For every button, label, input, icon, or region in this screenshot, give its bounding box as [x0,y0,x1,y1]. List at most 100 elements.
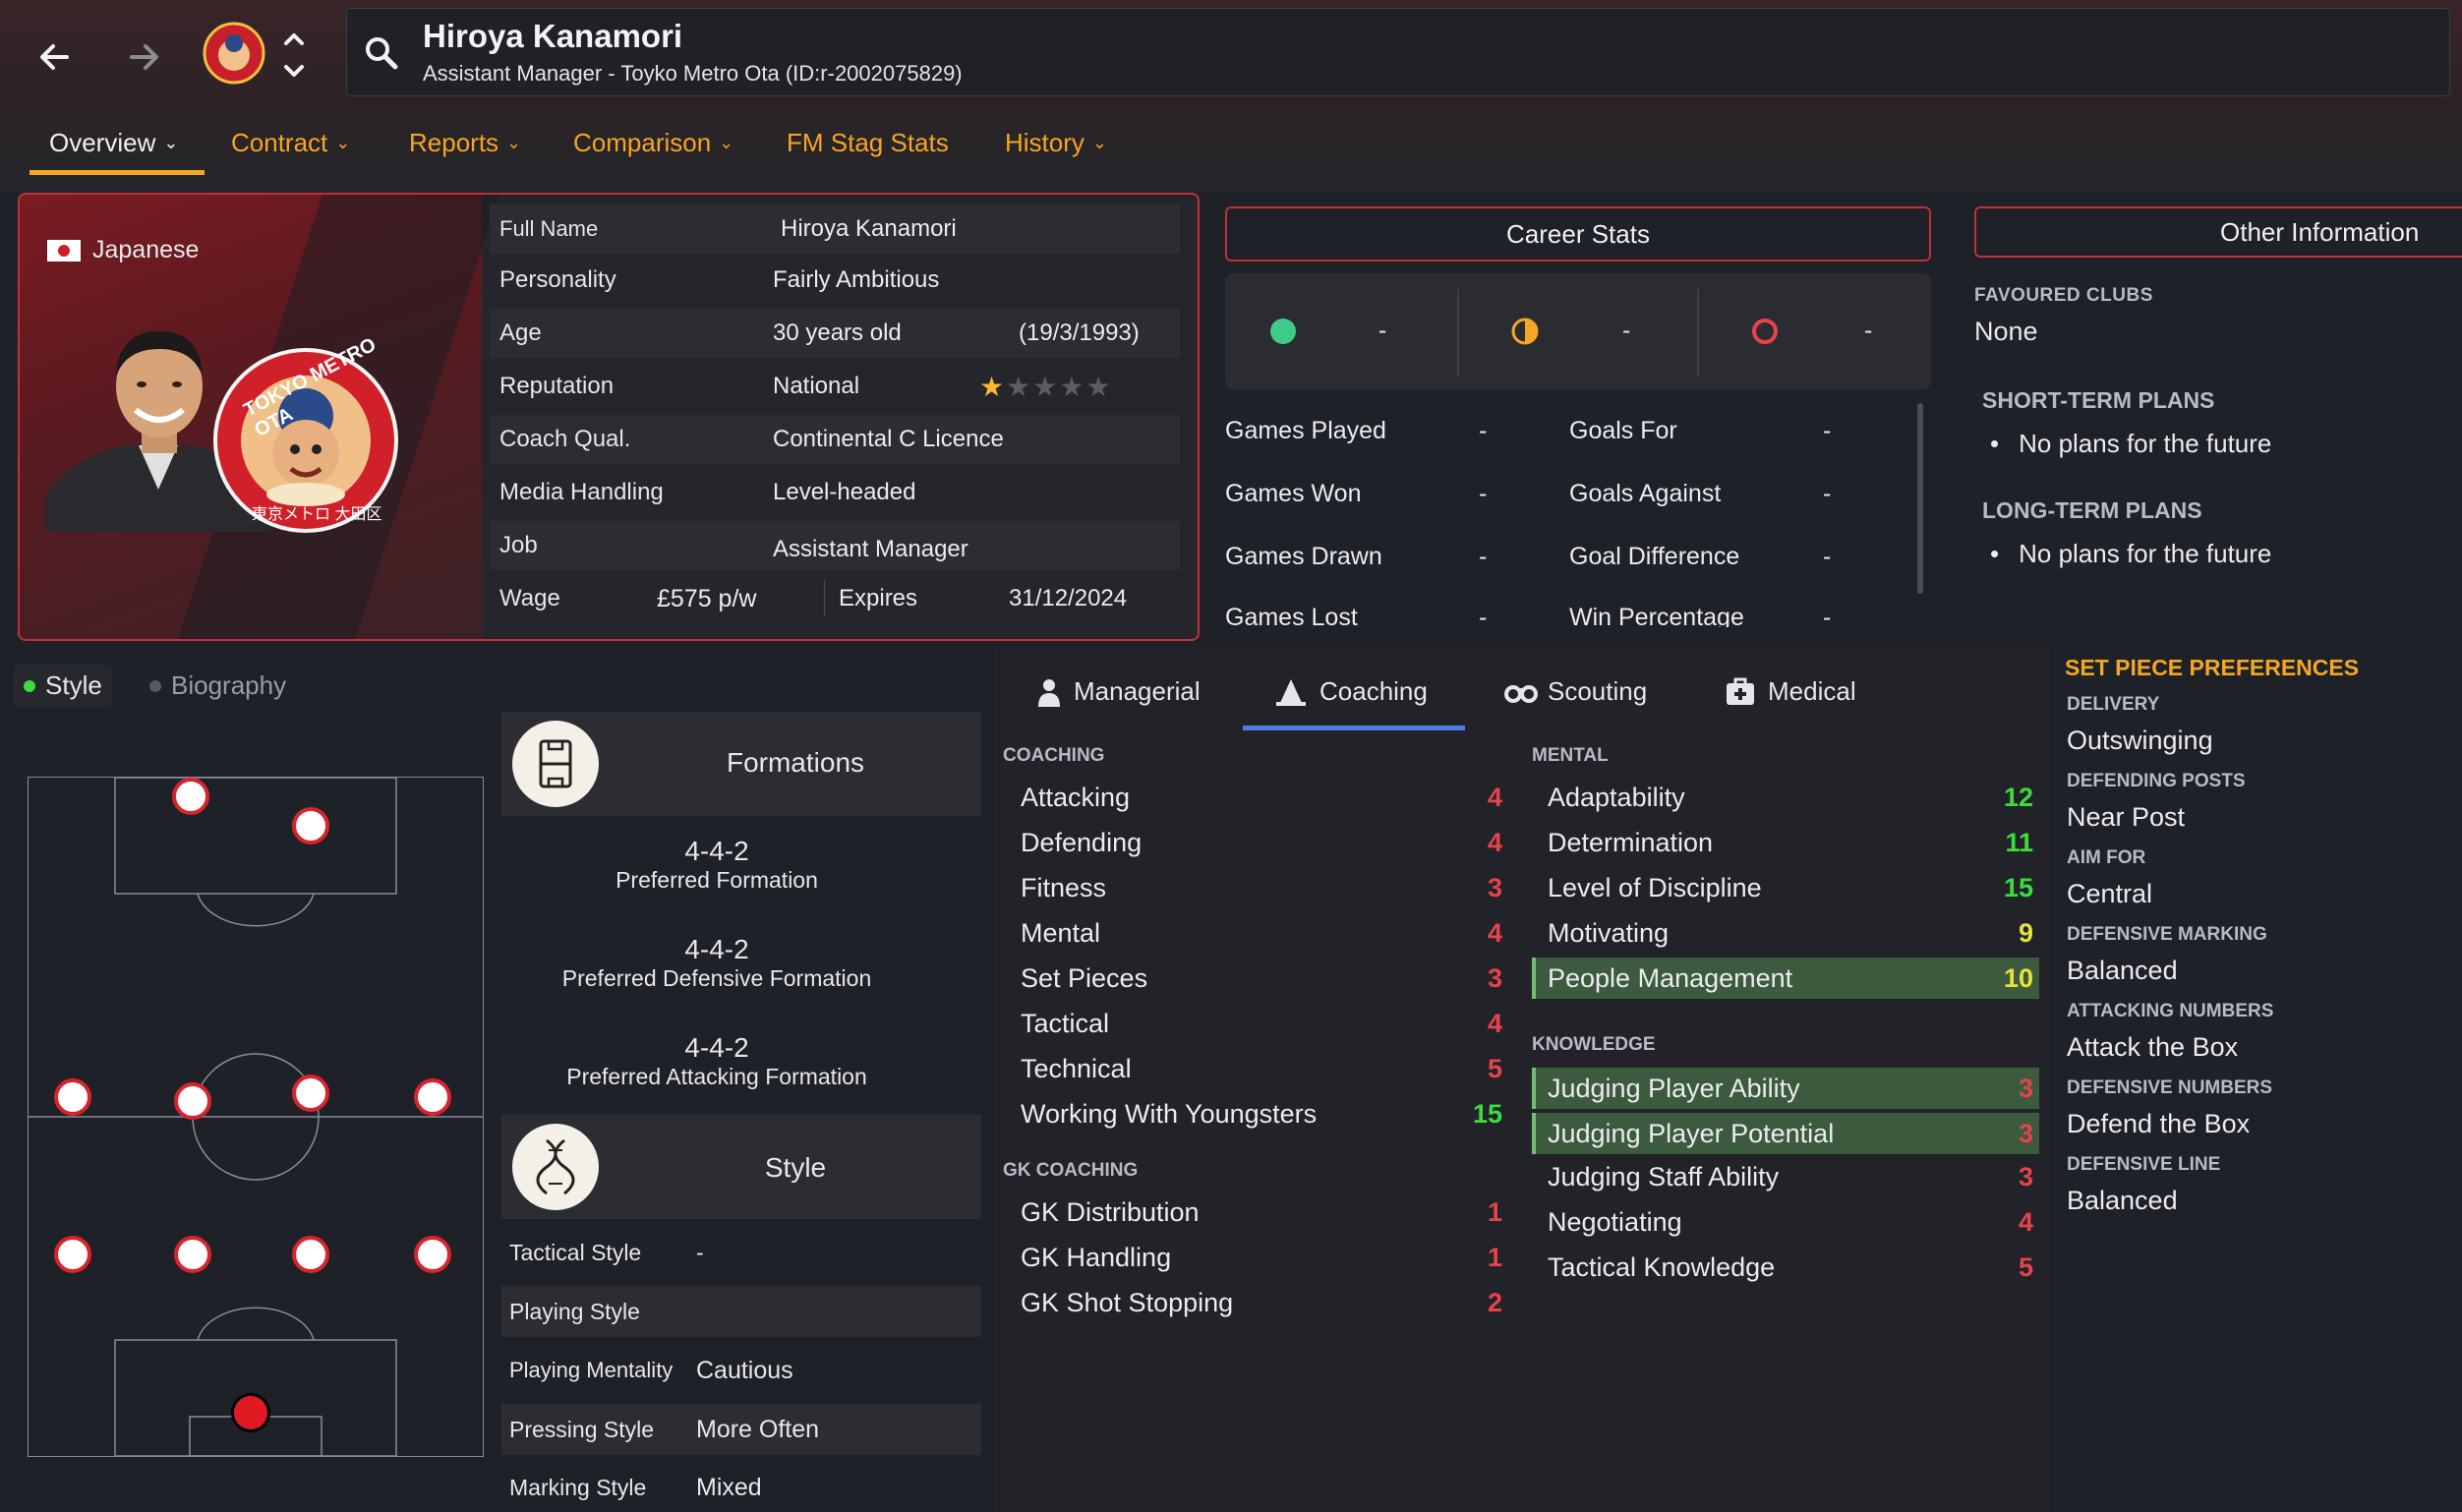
attribute-row[interactable]: Motivating 9 [1532,910,2039,956]
tab-medical[interactable]: Medical [1725,676,1856,707]
staff-subtitle: Assistant Manager - Toyko Metro Ota (ID:… [423,61,963,86]
tab-managerial[interactable]: Managerial [1036,676,1201,707]
tab-contract[interactable]: Contract ⌄ [231,128,350,158]
attribute-row[interactable]: GK Shot Stopping 2 [1009,1280,1508,1325]
stat-value: - [1479,604,1488,627]
attribute-row[interactable]: Tactical 4 [1009,1001,1508,1046]
player-marker-st[interactable] [292,807,329,844]
attribute-row[interactable]: Fitness 3 [1009,865,1508,910]
tab-scouting[interactable]: Scouting [1504,676,1647,707]
other-info-title: Other Information [1974,206,2462,258]
inactive-dot-icon [149,679,161,692]
attribute-row[interactable]: Technical 5 [1009,1046,1508,1091]
coaching-list: Attacking 4 Defending 4 Fitness 3 Mental 4 S… [1009,775,1508,1136]
back-button[interactable] [28,29,83,85]
style-row: Playing Mentality Cautious [509,1356,793,1384]
player-marker-gk[interactable] [231,1393,270,1432]
attribute-row[interactable]: Tactical Knowledge 5 [1532,1245,2039,1290]
favoured-clubs-value: None [1974,317,2038,346]
row-coach-qual: Coach Qual. Continental C Licence [490,415,1180,464]
tab-label: Reports [409,128,499,157]
stat-value: - [1823,417,1832,444]
tab-biography[interactable]: Biography [149,670,286,701]
attribute-row[interactable]: Adaptability 12 [1532,775,2039,820]
attribute-row[interactable]: Working With Youngsters 15 [1009,1091,1508,1136]
gk-coaching-list: GK Distribution 1 GK Handling 1 GK Shot St… [1009,1190,1508,1325]
club-crest-icon [203,22,265,85]
tab-label: Coaching [1319,676,1428,706]
row-reputation: Reputation National ★ ★ ★ ★ ★ [499,371,1111,402]
player-marker-st[interactable] [172,778,209,815]
set-piece-list: DELIVERY Outswinging DEFENDING POSTS Nea… [2067,694,2450,1231]
short-term-label: SHORT-TERM PLANS [1982,387,2215,413]
player-marker-cm[interactable] [292,1075,329,1112]
set-piece-item: DEFENSIVE MARKING Balanced [2067,924,2267,985]
set-piece-item: ATTACKING NUMBERS Attack the Box [2067,1001,2274,1062]
player-marker-cb[interactable] [174,1236,211,1273]
stat-value: - [1823,480,1832,507]
mental-section-title: MENTAL [1532,745,1609,766]
tab-label: Comparison [573,128,712,157]
stat-value: - [1479,543,1488,570]
tab-label: Overview [49,128,156,157]
row-job: Job Assistant Manager [490,521,1180,570]
star-empty-icon: ★ [1085,371,1111,402]
tab-coaching[interactable]: Coaching [1274,676,1428,707]
player-marker-lm[interactable] [54,1078,91,1116]
player-marker-cm[interactable] [174,1082,211,1120]
attribute-row-highlighted[interactable]: Judging Player Potential 3 [1532,1113,2039,1154]
tab-comparison[interactable]: Comparison ⌄ [573,128,733,158]
attribute-row-highlighted[interactable]: People Management 10 [1532,958,2039,999]
attribute-row[interactable]: Determination 11 [1532,820,2039,865]
attribute-row[interactable]: Set Pieces 3 [1009,956,1508,1001]
set-piece-title: SET PIECE PREFERENCES [2065,655,2360,680]
knowledge-list: Judging Player Ability 3 Judging Player P… [1532,1068,2039,1290]
tab-overview[interactable]: Overview ⌄ [49,128,178,158]
career-stats-title: Career Stats [1225,206,1931,262]
draws-value: - [1622,317,1631,344]
star-empty-icon: ★ [1006,371,1031,402]
tab-history[interactable]: History ⌄ [1005,128,1107,158]
divider [1457,289,1459,376]
japan-flag-icon [47,239,81,262]
attribute-row[interactable]: GK Handling 1 [1009,1235,1508,1280]
formation-defensive: 4-4-2 Preferred Defensive Formation [561,934,872,991]
tab-reports[interactable]: Reports ⌄ [409,128,521,158]
stat-label: Goals For [1569,417,1677,444]
player-marker-rm[interactable] [414,1078,451,1116]
age-value: 30 years old [773,320,902,346]
chevron-up-down-icon [284,33,304,77]
long-term-item: • No plans for the future [1990,539,2272,568]
tab-label: Biography [171,670,287,700]
attribute-row[interactable]: Mental 4 [1009,910,1508,956]
row-personality: Personality Fairly Ambitious [499,266,940,293]
tab-fm-stag-stats[interactable]: FM Stag Stats [787,128,949,158]
career-scrollbar[interactable] [1917,403,1923,594]
nationality[interactable]: Japanese [47,236,199,264]
attribute-row[interactable]: Judging Staff Ability 3 [1532,1154,2039,1199]
attribute-row[interactable]: Level of Discipline 15 [1532,865,2039,910]
attribute-row[interactable]: GK Distribution 1 [1009,1190,1508,1235]
attribute-row[interactable]: Negotiating 4 [1532,1199,2039,1245]
short-term-item: • No plans for the future [1990,429,2272,458]
tab-label: FM Stag Stats [787,128,949,157]
player-marker-cb[interactable] [292,1236,329,1273]
attribute-row[interactable]: Defending 4 [1009,820,1508,865]
knowledge-section-title: KNOWLEDGE [1532,1034,1656,1055]
player-marker-lb[interactable] [54,1236,91,1273]
cone-icon [1276,678,1306,706]
player-marker-rb[interactable] [414,1236,451,1273]
attribute-row-highlighted[interactable]: Judging Player Ability 3 [1532,1068,2039,1109]
tab-label: Style [45,670,102,700]
mental-list: Adaptability 12 Determination 11 Level of … [1532,775,2039,999]
tab-label: History [1005,128,1084,157]
expires-label: Expires [839,585,918,611]
attribute-row[interactable]: Attacking 4 [1009,775,1508,820]
win-icon [1270,319,1296,344]
club-badge-small[interactable] [203,22,265,85]
staff-switch-stepper[interactable] [279,26,309,85]
forward-button[interactable] [116,29,171,85]
stat-label: Games Drawn [1225,543,1382,570]
profile-card: Japanese TOKYO METRO OTA 東京メトロ 大田区 Full … [18,193,1200,641]
tab-style[interactable]: Style [14,665,112,707]
